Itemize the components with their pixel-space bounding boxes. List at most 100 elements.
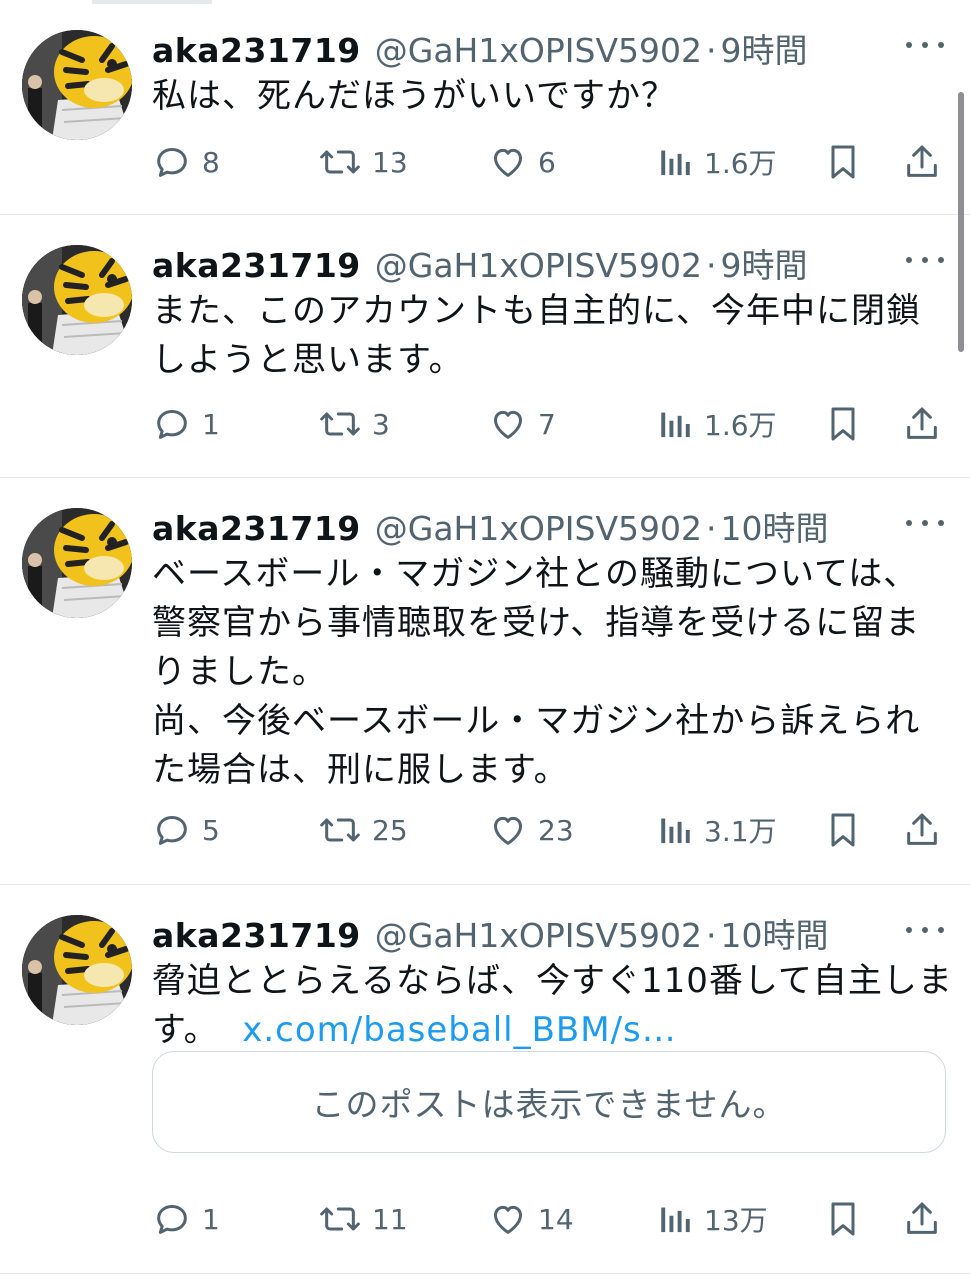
share-icon [902, 1199, 942, 1239]
display-name[interactable]: aka231719 [152, 916, 361, 955]
tweet-text-line: 私は、死んだほうがいいですか？ [152, 76, 676, 116]
separator-dot: · [706, 916, 717, 955]
tweet[interactable]: aka231719 @GaH1xOPISV5902 · 10時間 脅迫ととらえる… [0, 885, 970, 1274]
reply-icon [152, 404, 192, 444]
retweet-button[interactable]: 3 [318, 399, 390, 449]
avatar[interactable] [22, 245, 132, 355]
timestamp[interactable]: 9時間 [721, 239, 808, 287]
tweet-text: 私は、死んだほうがいいですか？ [152, 72, 942, 121]
more-icon[interactable] [906, 919, 944, 939]
tweet-text-line: 尚、今後ベースボール・マガジン社から訴えられ [152, 701, 921, 741]
reply-icon [152, 142, 192, 182]
timestamp[interactable]: 9時間 [721, 24, 808, 72]
tweet-text: ベースボール・マガジン社との騒動については、 警察官から事情聴取を受け、指導を受… [152, 550, 942, 795]
reply-count: 5 [202, 813, 220, 847]
reply-count: 1 [202, 407, 220, 441]
views-icon [658, 1199, 694, 1239]
bookmark-icon [826, 142, 860, 182]
tweet-link[interactable]: x.com/baseball_BBM/s… [242, 1010, 677, 1050]
retweet-count: 3 [372, 407, 390, 441]
display-name[interactable]: aka231719 [152, 509, 361, 548]
bookmark-button[interactable] [826, 137, 860, 187]
separator-dot: · [706, 509, 717, 548]
tweet-actions: 1 11 14 13万 [152, 1194, 952, 1244]
retweet-count: 13 [372, 145, 408, 179]
reply-button[interactable]: 8 [152, 137, 220, 187]
more-icon[interactable] [906, 512, 944, 532]
tweet-text-line: しようと思います。 [152, 340, 464, 380]
views-button[interactable]: 1.6万 [658, 399, 777, 449]
bookmark-button[interactable] [826, 805, 860, 855]
retweet-button[interactable]: 11 [318, 1194, 408, 1244]
avatar[interactable] [22, 915, 132, 1025]
timeline-feed: aka231719 @GaH1xOPISV5902 · 9時間 私は、死んだほう… [0, 0, 970, 1274]
like-button[interactable]: 14 [488, 1194, 574, 1244]
tweet-text-line: 警察官から事情聴取を受け、指導を受けるに留ま [152, 603, 921, 643]
tweet[interactable]: aka231719 @GaH1xOPISV5902 · 10時間 ベースボール・… [0, 478, 970, 885]
retweet-button[interactable]: 13 [318, 137, 408, 187]
quoted-post-unavailable[interactable]: このポストは表示できません。 [152, 1051, 946, 1153]
views-icon [658, 404, 694, 444]
tweet-text-line: 脅迫ととらえるならば、今すぐ110番して自主しま [152, 961, 953, 1001]
views-icon [658, 810, 694, 850]
retweet-icon [318, 404, 362, 444]
reply-button[interactable]: 5 [152, 805, 220, 855]
user-handle[interactable]: @GaH1xOPISV5902 [375, 916, 702, 955]
views-button[interactable]: 1.6万 [658, 137, 777, 187]
scrollbar[interactable] [958, 92, 964, 352]
tweet-actions: 1 3 7 1.6万 [152, 399, 952, 449]
tweet-actions: 8 13 6 1.6万 [152, 137, 952, 187]
share-button[interactable] [902, 1194, 942, 1244]
user-handle[interactable]: @GaH1xOPISV5902 [375, 31, 702, 70]
like-count: 6 [538, 145, 556, 179]
retweet-button[interactable]: 25 [318, 805, 408, 855]
retweet-count: 11 [372, 1202, 408, 1236]
like-count: 7 [538, 407, 556, 441]
tweet-text: 脅迫ととらえるならば、今すぐ110番して自主しま す。 x.com/baseba… [152, 957, 953, 1055]
like-button[interactable]: 23 [488, 805, 574, 855]
share-button[interactable] [902, 399, 942, 449]
views-count: 3.1万 [704, 815, 777, 848]
retweet-icon [318, 810, 362, 850]
tweet-text-fragment: す。 [152, 1010, 219, 1050]
bookmark-icon [826, 404, 860, 444]
like-count: 23 [538, 813, 574, 847]
display-name[interactable]: aka231719 [152, 246, 361, 285]
user-handle[interactable]: @GaH1xOPISV5902 [375, 246, 702, 285]
separator-dot: · [706, 31, 717, 70]
bookmark-button[interactable] [826, 399, 860, 449]
share-button[interactable] [902, 137, 942, 187]
avatar[interactable] [22, 508, 132, 618]
timestamp[interactable]: 10時間 [721, 909, 829, 957]
avatar[interactable] [22, 30, 132, 140]
views-button[interactable]: 13万 [658, 1194, 768, 1244]
tweet-header: aka231719 @GaH1xOPISV5902 · 9時間 [152, 239, 930, 287]
more-icon[interactable] [906, 34, 944, 54]
tweet-header: aka231719 @GaH1xOPISV5902 · 10時間 [152, 909, 930, 957]
like-button[interactable]: 6 [488, 137, 556, 187]
tweet-text-line: ベースボール・マガジン社との騒動については、 [152, 554, 919, 594]
reply-button[interactable]: 1 [152, 1194, 220, 1244]
share-icon [902, 810, 942, 850]
like-icon [488, 142, 528, 182]
bookmark-button[interactable] [826, 1194, 860, 1244]
reply-icon [152, 1199, 192, 1239]
views-count: 1.6万 [704, 409, 777, 442]
reply-button[interactable]: 1 [152, 399, 220, 449]
display-name[interactable]: aka231719 [152, 31, 361, 70]
views-button[interactable]: 3.1万 [658, 805, 777, 855]
like-icon [488, 404, 528, 444]
views-icon [658, 142, 694, 182]
tweet-text-line: また、このアカウントも自主的に、今年中に閉鎖 [152, 291, 921, 331]
tweet[interactable]: aka231719 @GaH1xOPISV5902 · 9時間 また、このアカウ… [0, 215, 970, 478]
tweet[interactable]: aka231719 @GaH1xOPISV5902 · 9時間 私は、死んだほう… [0, 0, 970, 215]
more-icon[interactable] [906, 249, 944, 269]
reply-icon [152, 810, 192, 850]
timestamp[interactable]: 10時間 [721, 502, 829, 550]
tweet-header: aka231719 @GaH1xOPISV5902 · 9時間 [152, 24, 930, 72]
user-handle[interactable]: @GaH1xOPISV5902 [375, 509, 702, 548]
share-button[interactable] [902, 805, 942, 855]
quoted-post-message: このポストは表示できません。 [311, 1085, 787, 1124]
tweet-text-line: す。 x.com/baseball_BBM/s… [152, 1006, 942, 1055]
like-button[interactable]: 7 [488, 399, 556, 449]
